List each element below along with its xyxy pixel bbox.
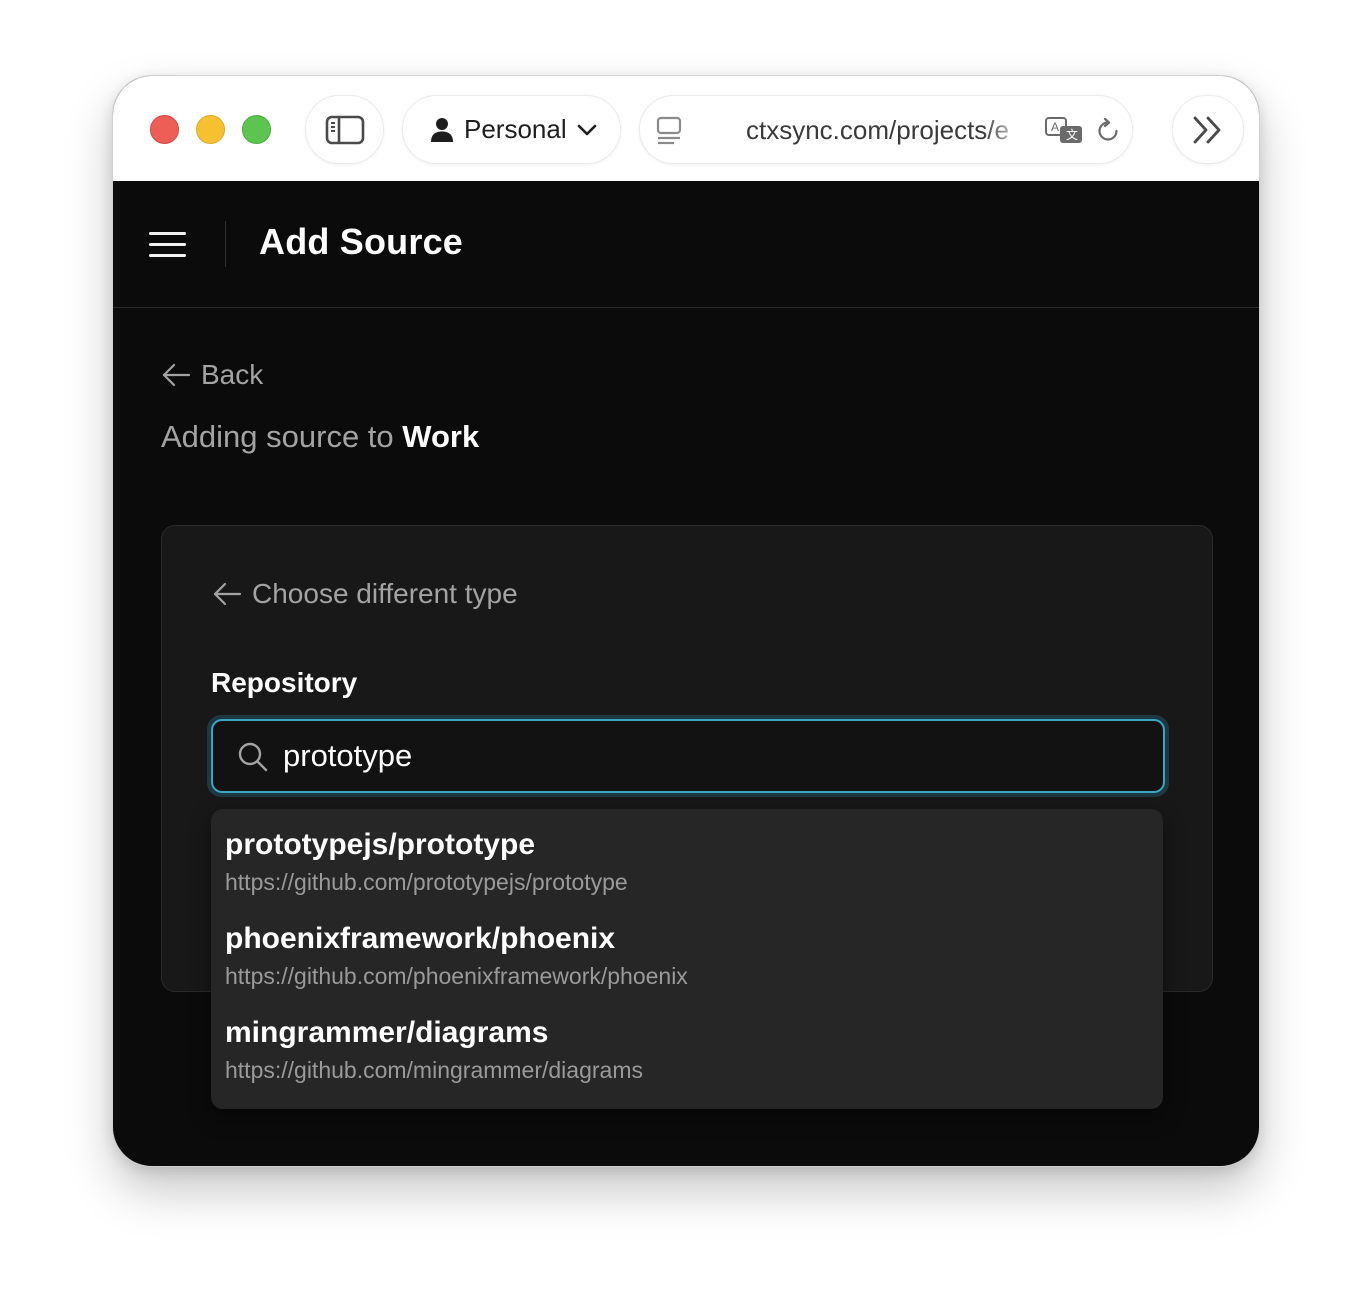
- reload-icon[interactable]: [1095, 118, 1121, 144]
- minimize-window-button[interactable]: [196, 115, 225, 144]
- result-name: mingrammer/diagrams: [225, 1016, 549, 1049]
- choose-different-type-link[interactable]: Choose different type: [212, 578, 518, 610]
- url-text[interactable]: ctxsync.com/projects/e: [746, 115, 1026, 146]
- svg-text:A: A: [1051, 120, 1059, 134]
- project-name: Work: [402, 419, 480, 454]
- browser-window: Personal ctxsync.com/projects/e A 文 Add …: [112, 75, 1260, 1167]
- reader-mode-icon[interactable]: [656, 116, 682, 146]
- sidebar-toggle-button[interactable]: [305, 95, 384, 164]
- subtitle-prefix: Adding source to: [161, 419, 394, 454]
- result-url: https://github.com/mingrammer/diagrams: [225, 1057, 643, 1083]
- back-link[interactable]: Back: [161, 359, 263, 391]
- browser-toolbar: Personal ctxsync.com/projects/e A 文: [113, 76, 1259, 181]
- chevron-down-icon: [577, 124, 596, 135]
- page-title: Add Source: [259, 221, 464, 262]
- person-icon: [431, 117, 453, 142]
- result-item[interactable]: phoenixframework/phoenix https://github.…: [211, 919, 1163, 1013]
- app-header: Add Source: [113, 181, 1259, 308]
- back-label: Back: [201, 359, 264, 390]
- choose-type-label: Choose different type: [252, 578, 518, 609]
- repository-search-box[interactable]: [211, 719, 1165, 793]
- address-bar[interactable]: ctxsync.com/projects/e A 文: [639, 95, 1133, 164]
- close-window-button[interactable]: [150, 115, 179, 144]
- arrow-left-icon: [162, 363, 191, 387]
- result-url: https://github.com/prototypejs/prototype: [225, 869, 628, 895]
- zoom-window-button[interactable]: [242, 115, 271, 144]
- result-name: prototypejs/prototype: [225, 828, 536, 861]
- adding-source-subtitle: Adding source to Work: [161, 419, 479, 455]
- result-name: phoenixframework/phoenix: [225, 922, 616, 955]
- search-icon: [238, 742, 268, 772]
- hamburger-menu-icon[interactable]: [149, 232, 187, 258]
- arrow-left-icon: [213, 582, 242, 606]
- result-url: https://github.com/phoenixframework/phoe…: [225, 963, 688, 989]
- result-item[interactable]: prototypejs/prototype https://github.com…: [211, 825, 1163, 919]
- repository-search-focus-ring: [207, 715, 1169, 797]
- profile-switcher-button[interactable]: Personal: [402, 95, 621, 164]
- translate-icon[interactable]: A 文: [1044, 116, 1084, 146]
- repository-search-input[interactable]: [283, 731, 1143, 781]
- double-chevron-right-icon: [1193, 116, 1221, 143]
- result-item[interactable]: mingrammer/diagrams https://github.com/m…: [211, 1013, 1163, 1107]
- profile-label: Personal: [464, 114, 567, 144]
- repository-field-label: Repository: [211, 667, 358, 698]
- sidebar-icon: [325, 115, 364, 144]
- more-tools-button[interactable]: [1172, 95, 1244, 164]
- header-divider: [225, 221, 226, 267]
- repository-results-dropdown: prototypejs/prototype https://github.com…: [211, 809, 1163, 1109]
- svg-text:文: 文: [1066, 127, 1078, 142]
